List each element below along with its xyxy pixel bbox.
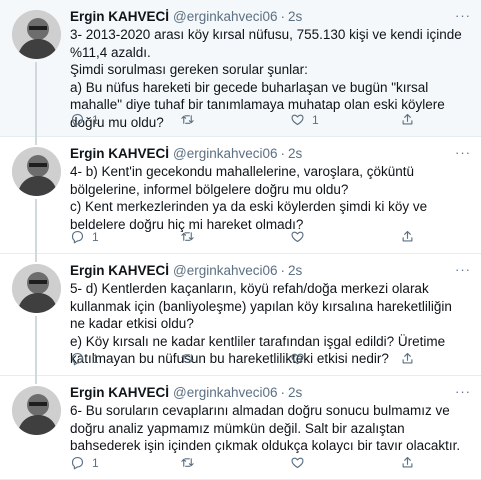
more-icon[interactable]: ··· [455,145,471,160]
author-name[interactable]: Ergin KAHVECİ [70,8,169,25]
retweet-button[interactable] [180,229,290,244]
thread-line [35,137,37,145]
separator-dot: · [280,146,286,161]
like-icon [291,114,304,126]
tweet[interactable]: Ergin KAHVECİ @erginkahveci06 · 2s ··· 3… [0,0,481,137]
author-handle[interactable]: @erginkahveci06 [173,262,278,279]
tweet-time[interactable]: 2s [288,384,302,401]
tweet-text-line: 6- Bu soruların cevaplarını almadan doğr… [70,403,461,453]
tweet-header: Ergin KAHVECİ @erginkahveci06 · 2s [70,145,469,162]
tweet-actions: 1 [70,455,469,470]
tweet-actions: 1 [70,351,469,366]
tweet-header: Ergin KAHVECİ @erginkahveci06 · 2s [70,384,469,401]
thread-line [35,254,37,262]
thread-line [35,62,37,137]
like-icon [291,353,304,365]
more-icon[interactable]: ··· [455,384,471,399]
reply-button[interactable]: 1 [70,455,180,470]
separator-dot: · [280,263,286,278]
reply-button[interactable]: 1 [70,112,180,127]
retweet-icon [181,354,194,363]
retweet-icon [181,232,194,241]
tweet-time[interactable]: 2s [288,262,302,279]
reply-button[interactable]: 1 [70,351,180,366]
avatar[interactable] [12,386,61,435]
like-icon [291,231,304,243]
retweet-button[interactable] [180,351,290,366]
tweet-time[interactable]: 2s [288,8,302,25]
more-icon[interactable]: ··· [455,8,471,23]
tweet-header: Ergin KAHVECİ @erginkahveci06 · 2s [70,262,469,279]
separator-dot: · [280,385,286,400]
retweet-icon [181,115,194,124]
avatar[interactable] [12,264,61,313]
author-name[interactable]: Ergin KAHVECİ [70,145,169,162]
tweet-text-line: 4- b) Kent'in gecekondu mahallelerine, v… [70,164,415,197]
share-button[interactable] [400,455,422,470]
tweet-actions: 1 1 [70,112,469,127]
reply-button[interactable]: 1 [70,229,180,244]
tweet[interactable]: Ergin KAHVECİ @erginkahveci06 · 2s ··· 6… [0,376,481,480]
share-button[interactable] [400,112,422,127]
like-button[interactable]: 1 [290,112,400,127]
tweet[interactable]: Ergin KAHVECİ @erginkahveci06 · 2s ··· 5… [0,254,481,376]
share-icon [402,230,413,242]
like-button[interactable] [290,229,400,244]
author-handle[interactable]: @erginkahveci06 [173,384,278,401]
tweet-text-line: Şimdi sorulması gereken sorular şunlar: [70,62,308,77]
thread-line [35,199,37,254]
tweet-text-line: c) Kent merkezlerinden ya da eski köyler… [70,199,428,232]
retweet-icon [181,458,194,467]
author-handle[interactable]: @erginkahveci06 [173,8,278,25]
avatar[interactable] [12,10,61,59]
like-count: 1 [312,112,319,127]
reply-count: 1 [92,351,99,366]
tweet-text-line: 3- 2013-2020 arası köy kırsal nüfusu, 75… [70,27,462,60]
tweet-text: 4- b) Kent'in gecekondu mahallelerine, v… [70,163,469,233]
tweet[interactable]: Ergin KAHVECİ @erginkahveci06 · 2s ··· 4… [0,137,481,254]
reply-icon [71,352,84,366]
share-button[interactable] [400,229,422,244]
more-icon[interactable]: ··· [455,262,471,277]
reply-count: 1 [92,229,99,244]
reply-count: 1 [92,112,99,127]
reply-icon [71,113,84,127]
retweet-button[interactable] [180,112,290,127]
tweet-text-line: 5- d) Kentlerden kaçanların, köyü refah/… [70,281,452,331]
tweet-time[interactable]: 2s [288,145,302,162]
retweet-button[interactable] [180,455,290,470]
author-handle[interactable]: @erginkahveci06 [173,145,278,162]
thread-line [35,316,37,376]
timeline: Ergin KAHVECİ @erginkahveci06 · 2s ··· 3… [0,0,481,480]
tweet-actions: 1 [70,229,469,244]
separator-dot: · [280,9,286,24]
like-button[interactable] [290,351,400,366]
share-icon [402,456,413,468]
share-icon [402,113,413,125]
reply-count: 1 [92,455,99,470]
share-button[interactable] [400,351,422,366]
reply-icon [71,456,84,470]
share-icon [402,352,413,364]
tweet-header: Ergin KAHVECİ @erginkahveci06 · 2s [70,8,469,25]
thread-line [35,376,37,384]
like-button[interactable] [290,455,400,470]
reply-icon [71,230,84,244]
like-icon [291,457,304,469]
tweet-text: 6- Bu soruların cevaplarını almadan doğr… [70,402,469,455]
author-name[interactable]: Ergin KAHVECİ [70,384,169,401]
author-name[interactable]: Ergin KAHVECİ [70,262,169,279]
avatar[interactable] [12,147,61,196]
